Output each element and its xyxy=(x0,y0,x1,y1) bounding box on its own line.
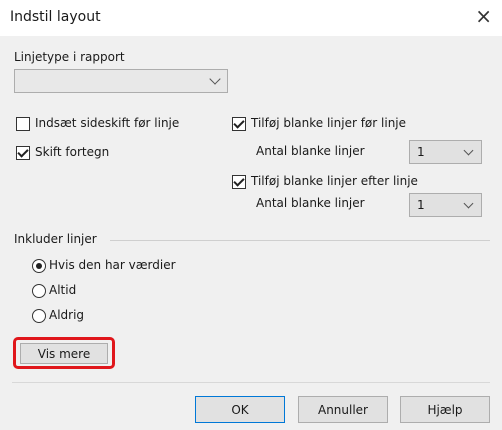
blank-after-checkbox[interactable] xyxy=(232,175,246,189)
insert-pagebreak-checkbox[interactable] xyxy=(16,117,30,131)
checkmark-icon xyxy=(233,175,245,187)
ok-button[interactable]: OK xyxy=(195,396,285,423)
help-label: Hjælp xyxy=(427,403,463,417)
help-button[interactable]: Hjælp xyxy=(400,396,490,423)
cancel-label: Annuller xyxy=(317,403,368,417)
title-bar: Indstil layout × xyxy=(0,0,502,36)
linjetype-dropdown[interactable] xyxy=(14,69,228,93)
group-divider xyxy=(110,240,490,241)
blank-after-count-value: 1 xyxy=(417,198,425,212)
cancel-button[interactable]: Annuller xyxy=(298,396,388,423)
chevron-down-icon xyxy=(463,198,474,209)
close-icon[interactable]: × xyxy=(475,6,492,26)
radio-if-values-label[interactable]: Hvis den har værdier xyxy=(49,258,176,272)
checkmark-icon xyxy=(233,117,245,129)
blank-after-label[interactable]: Tilføj blanke linjer efter linje xyxy=(251,174,418,188)
switch-sign-label[interactable]: Skift fortegn xyxy=(35,145,109,159)
dialog-title: Indstil layout xyxy=(10,9,101,25)
blank-before-count-dropdown[interactable]: 1 xyxy=(409,140,482,164)
insert-pagebreak-label[interactable]: Indsæt sideskift før linje xyxy=(35,116,179,130)
radio-dot xyxy=(36,263,42,269)
blank-before-checkbox[interactable] xyxy=(232,117,246,131)
blank-before-count-label: Antal blanke linjer xyxy=(256,144,365,158)
blank-before-label[interactable]: Tilføj blanke linjer før linje xyxy=(251,116,406,130)
radio-never[interactable] xyxy=(32,309,46,323)
radio-never-label[interactable]: Aldrig xyxy=(49,308,84,322)
include-lines-label: Inkluder linjer xyxy=(14,232,97,246)
vis-mere-label: Vis mere xyxy=(37,347,91,361)
bottom-separator xyxy=(12,382,490,383)
ok-label: OK xyxy=(231,403,249,417)
checkmark-icon xyxy=(17,146,29,158)
linjetype-label: Linjetype i rapport xyxy=(14,50,125,64)
radio-always-label[interactable]: Altid xyxy=(49,283,76,297)
blank-after-count-label: Antal blanke linjer xyxy=(256,196,365,210)
radio-always[interactable] xyxy=(32,284,46,298)
blank-before-count-value: 1 xyxy=(417,145,425,159)
blank-after-count-dropdown[interactable]: 1 xyxy=(409,193,482,217)
vis-mere-button[interactable]: Vis mere xyxy=(20,343,108,364)
chevron-down-icon xyxy=(209,73,221,85)
chevron-down-icon xyxy=(463,145,474,156)
dialog: Indstil layout × Linjetype i rapport Ind… xyxy=(0,0,502,430)
radio-if-values[interactable] xyxy=(32,259,46,273)
switch-sign-checkbox[interactable] xyxy=(16,146,30,160)
